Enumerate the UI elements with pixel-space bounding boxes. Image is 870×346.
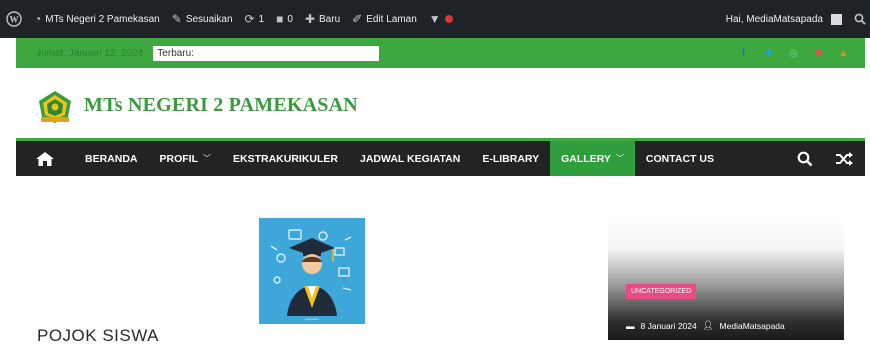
home-icon: [36, 151, 54, 166]
admin-search-button[interactable]: [848, 0, 870, 38]
social-links: f ✦ ◎ ⊕ ▲: [738, 38, 849, 68]
svg-text:W: W: [10, 15, 19, 25]
section-title: POJOK SISWA: [37, 326, 160, 345]
new-label: Baru: [319, 13, 341, 25]
chevron-down-icon: ﹀: [203, 154, 211, 163]
site-title[interactable]: MTs NEGERI 2 PAMEKASAN: [84, 94, 358, 117]
user-icon: 👤︎: [702, 320, 714, 330]
nav-item-beranda[interactable]: BERANDA: [74, 141, 149, 176]
seo-icon: ▼: [428, 12, 441, 26]
edit-page-button[interactable]: ✐ Edit Laman: [346, 0, 423, 38]
youtube-icon[interactable]: ▲: [838, 48, 849, 59]
avatar: [831, 13, 842, 25]
chevron-down-icon: ﹀: [615, 154, 624, 163]
customize-button[interactable]: ✎ Sesuaikan: [166, 0, 239, 38]
seo-button[interactable]: ▼: [423, 0, 459, 38]
ticker-label: Terbaru:: [157, 47, 194, 59]
updates-icon: ⟳: [244, 12, 255, 26]
main-content: graduation POJOK SISWA UNCATEGORIZED ▬ 8…: [16, 176, 865, 345]
current-date: Jumat, Januari 12, 2024: [36, 47, 144, 59]
updates-count: 1: [258, 13, 265, 25]
dashboard-icon: ◔: [34, 12, 42, 26]
pinterest-icon[interactable]: ⊕: [813, 48, 824, 59]
main-nav: BERANDA PROFIL ﹀ EKSTRAKURIKULER JADWAL K…: [16, 141, 865, 176]
category-badge[interactable]: UNCATEGORIZED: [626, 284, 697, 299]
updates-button[interactable]: ⟳ 1: [239, 0, 271, 38]
post-date[interactable]: 8 Januari 2024: [641, 321, 697, 331]
school-logo-icon[interactable]: [37, 90, 73, 124]
svg-text:graduation: graduation: [305, 317, 320, 321]
wordpress-logo-button[interactable]: W: [0, 0, 28, 38]
pencil-icon: ✐: [352, 12, 363, 26]
post-author[interactable]: MediaMatsapada: [720, 321, 785, 331]
shuffle-icon[interactable]: [835, 151, 853, 167]
featured-post-card[interactable]: UNCATEGORIZED ▬ 8 Januari 2024 👤︎ MediaM…: [608, 218, 844, 340]
home-button[interactable]: [16, 141, 74, 176]
search-icon: [854, 13, 866, 25]
calendar-icon: ▬: [626, 320, 635, 331]
comments-count: 0: [287, 13, 293, 25]
facebook-icon[interactable]: f: [738, 48, 749, 59]
nav-item-profil[interactable]: PROFIL ﹀: [149, 141, 223, 176]
nav-item-e-library[interactable]: E-LIBRARY: [471, 141, 550, 176]
admin-bar: W ◔ MTs Negeri 2 Pamekasan ✎ Sesuaikan ⟳…: [0, 0, 870, 38]
site-name-menu[interactable]: ◔ MTs Negeri 2 Pamekasan: [28, 0, 166, 38]
status-dot-icon: [444, 15, 453, 23]
brush-icon: ✎: [171, 12, 182, 26]
nav-item-jadwal-kegiatan[interactable]: JADWAL KEGIATAN: [349, 141, 471, 176]
top-bar: Jumat, Januari 12, 2024 Terbaru: f ✦ ◎ ⊕…: [16, 38, 865, 68]
nav-tools: [797, 141, 853, 176]
news-ticker[interactable]: Terbaru:: [153, 45, 380, 61]
post-meta: ▬ 8 Januari 2024 👤︎ MediaMatsapada: [626, 320, 785, 331]
nav-item-ekstrakurikuler[interactable]: EKSTRAKURIKULER: [222, 141, 349, 176]
comment-icon: ■: [276, 12, 284, 26]
nav-item-contact-us[interactable]: CONTACT US: [635, 141, 725, 176]
graduate-student-image[interactable]: graduation: [259, 218, 365, 324]
account-menu[interactable]: Hai, MediaMatsapada: [720, 0, 848, 38]
nav-item-gallery[interactable]: GALLERY ﹀: [550, 141, 635, 176]
edit-page-label: Edit Laman: [366, 13, 417, 25]
new-content-button[interactable]: ✚ Baru: [299, 0, 346, 38]
page-wrapper: Jumat, Januari 12, 2024 Terbaru: f ✦ ◎ ⊕…: [16, 38, 865, 345]
plus-icon: ✚: [304, 12, 316, 26]
site-header: MTs NEGERI 2 PAMEKASAN: [16, 68, 865, 140]
comments-button[interactable]: ■ 0: [270, 0, 299, 38]
site-name-label: MTs Negeri 2 Pamekasan: [45, 13, 160, 25]
greeting-label: Hai, MediaMatsapada: [725, 13, 823, 25]
search-icon[interactable]: [797, 151, 813, 167]
wordpress-icon: W: [6, 11, 22, 27]
twitter-icon[interactable]: ✦: [763, 48, 774, 59]
customize-label: Sesuaikan: [185, 13, 233, 25]
instagram-icon[interactable]: ◎: [788, 48, 799, 59]
